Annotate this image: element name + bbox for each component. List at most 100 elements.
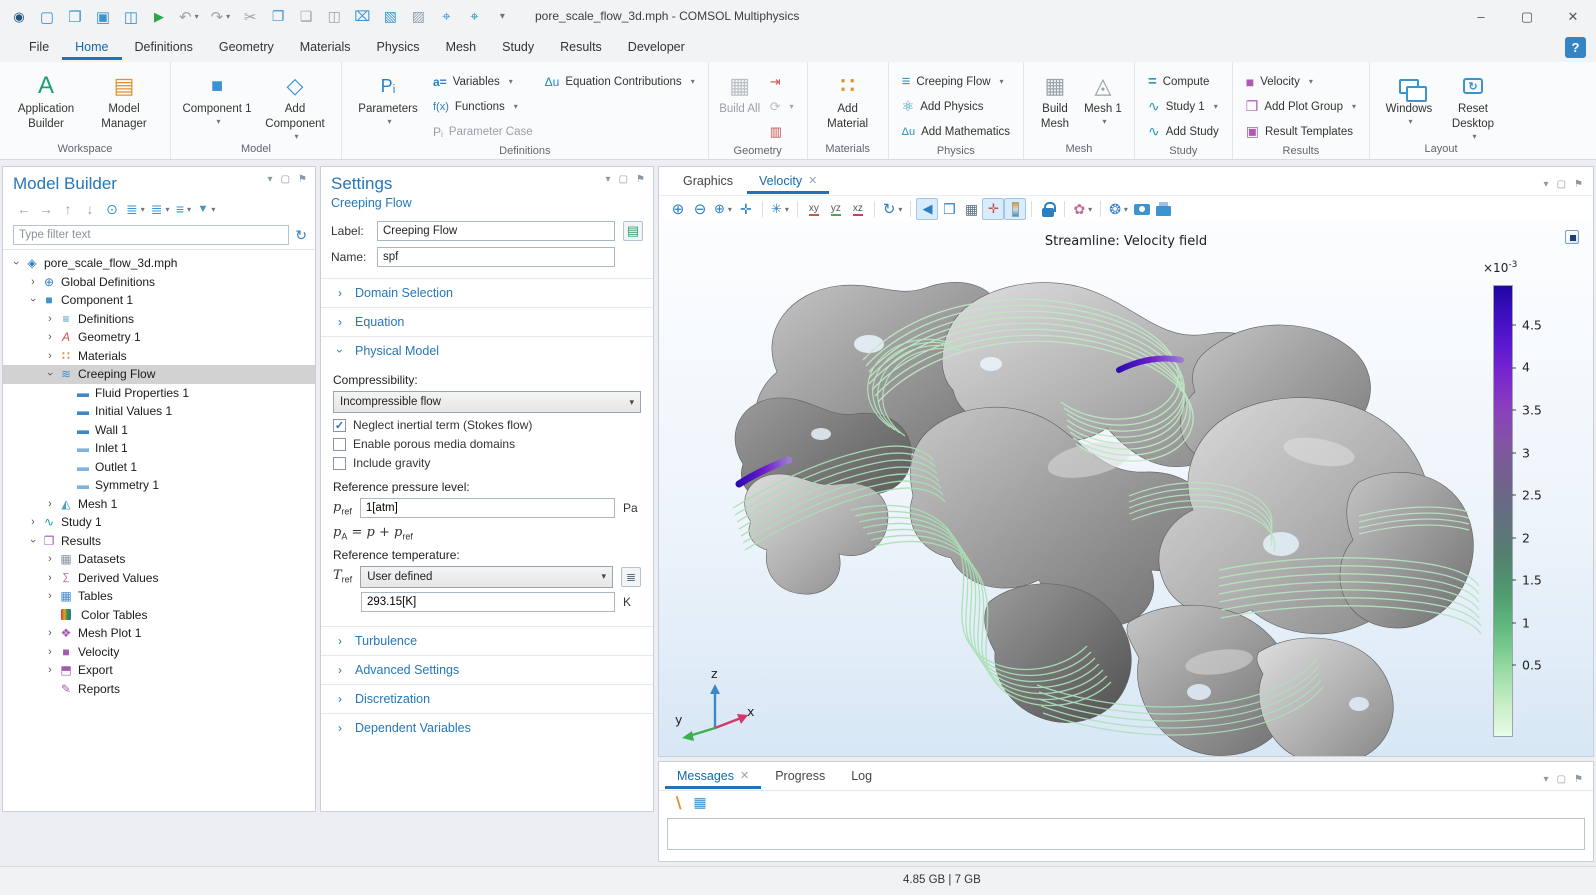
save-button[interactable]: [92, 6, 114, 28]
tree-item[interactable]: ›Wall 1: [3, 421, 315, 440]
temperature-field[interactable]: [361, 592, 615, 612]
add-study-button[interactable]: Add Study: [1143, 119, 1224, 144]
environment-button[interactable]: ▾: [1106, 198, 1131, 220]
minimize-icon[interactable]: –: [1458, 0, 1504, 33]
refresh-icon[interactable]: [295, 227, 307, 244]
close-tab-icon[interactable]: ✕: [740, 769, 749, 782]
float-panel-icon[interactable]: ▢: [1557, 774, 1566, 785]
include-gravity-checkbox[interactable]: Include gravity: [333, 456, 641, 470]
tree-chevron-icon[interactable]: ›: [43, 498, 57, 510]
tree-item[interactable]: ›Results: [3, 532, 315, 551]
tree-item[interactable]: ›Creeping Flow: [3, 365, 315, 384]
messages-output[interactable]: [667, 818, 1585, 850]
tab-velocity[interactable]: Velocity ✕: [747, 169, 829, 194]
tree-chevron-icon[interactable]: ›: [27, 293, 39, 307]
section-turbulence[interactable]: › Turbulence: [321, 626, 653, 655]
image-snapshot-button[interactable]: [1131, 198, 1153, 220]
tree-item[interactable]: ›Definitions: [3, 310, 315, 329]
tab-log[interactable]: Log: [839, 764, 884, 789]
section-equation[interactable]: › Equation: [321, 307, 653, 336]
pin-icon[interactable]: ⚑: [636, 174, 645, 185]
more-button[interactable]: [491, 6, 513, 28]
add-component-button[interactable]: Add Component ▾: [257, 67, 333, 141]
add-plot-group-button[interactable]: Add Plot Group ▾: [1241, 94, 1361, 119]
result-templates-button[interactable]: Result Templates: [1241, 119, 1361, 144]
plot-thumbnail-icon[interactable]: [1565, 230, 1579, 244]
node-group-button[interactable]: ▾: [173, 198, 195, 220]
add-physics-button[interactable]: Add Physics: [897, 94, 1015, 119]
open-button[interactable]: [64, 6, 86, 28]
zoom-box-button[interactable]: ▾: [711, 198, 735, 220]
porous-media-checkbox[interactable]: Enable porous media domains: [333, 437, 641, 451]
message-table-button[interactable]: [689, 792, 711, 814]
ref-pressure-field[interactable]: [360, 498, 615, 518]
windows-button[interactable]: Windows ▾: [1378, 67, 1440, 126]
show-axes-button[interactable]: [982, 198, 1004, 220]
compute-button[interactable]: Compute: [1143, 69, 1224, 94]
tree-item[interactable]: ›Mesh 1: [3, 495, 315, 514]
cut-button[interactable]: [239, 6, 261, 28]
clear-selection-button[interactable]: [407, 6, 429, 28]
tab-study[interactable]: Study: [489, 35, 547, 60]
zoom-in-button[interactable]: [667, 198, 689, 220]
filter-input[interactable]: [13, 225, 289, 245]
virtual-operations-button[interactable]: [765, 119, 799, 144]
rename-button[interactable]: [623, 221, 643, 241]
name-field[interactable]: [377, 247, 615, 267]
search-tool-button[interactable]: [463, 6, 485, 28]
chevron-down-icon[interactable]: ▾: [1544, 774, 1549, 785]
select-button[interactable]: [379, 6, 401, 28]
view-yz-button[interactable]: [825, 198, 847, 220]
build-mesh-button[interactable]: Build Mesh: [1032, 67, 1078, 132]
tree-chevron-icon[interactable]: ›: [26, 516, 40, 528]
component-1-button[interactable]: Component 1 ▾: [179, 67, 255, 126]
tab-home[interactable]: Home: [62, 35, 121, 60]
tree-item[interactable]: ›Reports: [3, 680, 315, 699]
compressibility-select[interactable]: Incompressible flow ▾: [333, 391, 641, 413]
view-lock-button[interactable]: [1037, 198, 1059, 220]
tab-messages[interactable]: Messages ✕: [665, 764, 761, 789]
tree-item[interactable]: ›Symmetry 1: [3, 476, 315, 495]
undo-button[interactable]: ▾: [176, 6, 202, 28]
nav-back-button[interactable]: [13, 198, 35, 220]
equation-contributions-button[interactable]: Equation Contributions ▾: [540, 69, 700, 94]
tree-item[interactable]: ›Study 1: [3, 513, 315, 532]
pin-icon[interactable]: ⚑: [1574, 179, 1583, 190]
pin-icon[interactable]: ⚑: [298, 174, 307, 185]
scene-light-button[interactable]: [916, 198, 938, 220]
functions-button[interactable]: Functions ▾: [428, 94, 538, 119]
go-to-source-button[interactable]: [621, 567, 641, 587]
tree-item[interactable]: ›Global Definitions: [3, 273, 315, 292]
section-advanced-settings[interactable]: › Advanced Settings: [321, 655, 653, 684]
expand-all-button[interactable]: ▾: [148, 198, 173, 220]
paste-button[interactable]: [295, 6, 317, 28]
tree-chevron-icon[interactable]: ›: [27, 534, 39, 548]
tab-mesh[interactable]: Mesh: [433, 35, 490, 60]
help-button[interactable]: ?: [1565, 37, 1586, 58]
study-1-button[interactable]: Study 1 ▾: [1143, 94, 1224, 119]
tree-chevron-icon[interactable]: ›: [43, 590, 57, 602]
section-dependent-variables[interactable]: › Dependent Variables: [321, 713, 653, 742]
tree-item[interactable]: ›Fluid Properties 1: [3, 384, 315, 403]
label-field[interactable]: [377, 221, 615, 241]
go-to-view-button[interactable]: ▾: [768, 198, 792, 220]
application-builder-button[interactable]: Application Builder: [8, 67, 84, 132]
tree-item[interactable]: ›Geometry 1: [3, 328, 315, 347]
tab-progress[interactable]: Progress: [763, 764, 837, 789]
tree-chevron-icon[interactable]: ›: [43, 646, 57, 658]
close-icon[interactable]: ✕: [1550, 0, 1596, 33]
print-button[interactable]: [1153, 198, 1175, 220]
move-up-button[interactable]: [57, 198, 79, 220]
velocity-plot-dropdown[interactable]: Velocity ▾: [1241, 69, 1361, 94]
view-xz-button[interactable]: [847, 198, 869, 220]
tree-chevron-icon[interactable]: ›: [43, 664, 57, 676]
find-button[interactable]: [435, 6, 457, 28]
tree-chevron-icon[interactable]: ›: [10, 256, 22, 270]
float-panel-icon[interactable]: ▢: [1557, 179, 1566, 190]
delete-button[interactable]: [351, 6, 373, 28]
filter-button[interactable]: ▾: [195, 198, 219, 220]
section-physical-model[interactable]: › Physical Model: [321, 336, 653, 365]
tab-developer[interactable]: Developer: [615, 35, 698, 60]
copy-button[interactable]: [267, 6, 289, 28]
parameters-button[interactable]: Parameters ▾: [350, 67, 426, 126]
